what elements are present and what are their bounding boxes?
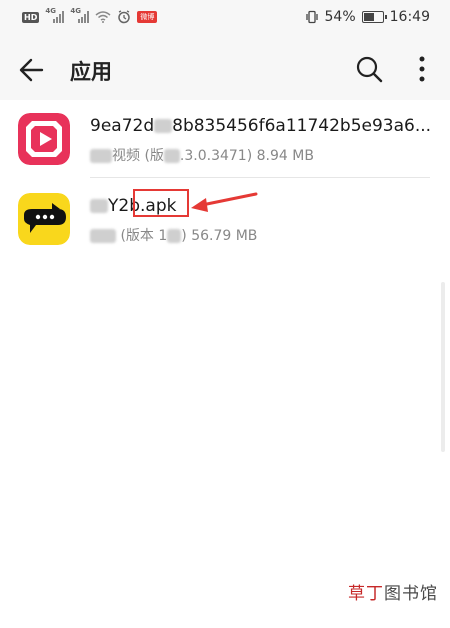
wifi-icon — [95, 11, 111, 23]
battery-percent: 54% — [324, 9, 356, 25]
alarm-icon — [118, 10, 131, 24]
app-bar: 应用 — [0, 38, 450, 100]
meta-rest: .3.0.3471) 8.94 MB — [179, 148, 314, 164]
redacted-text — [167, 229, 182, 243]
more-vert-icon[interactable] — [408, 52, 436, 86]
meta-mid: (版本 1 — [120, 228, 168, 244]
signal-icon-2: 4G — [70, 7, 90, 23]
status-right: 54% 16:49 — [305, 9, 430, 25]
redacted-text — [163, 149, 180, 163]
apk-app-icon — [18, 193, 70, 245]
notification-badge: 微博 — [137, 11, 158, 23]
list-item-video-app[interactable]: 9ea72d 8b835456f6a11742b5e93a6... 视频 (版 .3… — [0, 100, 450, 182]
search-icon[interactable] — [352, 52, 386, 86]
signal-icon: 4G — [45, 7, 65, 23]
watermark: 草丁图书馆 — [348, 579, 438, 604]
redacted-text — [90, 149, 112, 163]
pointer-arrow-icon — [191, 192, 258, 212]
redacted-text — [90, 229, 116, 243]
scroll-indicator — [441, 282, 445, 452]
app-meta: 视频 (版 .3.0.3471) 8.94 MB — [90, 145, 314, 165]
hd-icon: HD — [22, 11, 40, 23]
app-file-name: 9ea72d 8b835456f6a11742b5e93a6... — [90, 116, 431, 136]
file-name-rest: 8b835456f6a11742b5e93a6... — [172, 116, 432, 136]
battery-fill — [363, 13, 374, 21]
divider — [90, 177, 430, 178]
meta-rest: ) 56.79 MB — [181, 228, 258, 244]
highlight-box — [133, 189, 189, 217]
battery-icon — [361, 11, 387, 23]
file-name-start: 9ea72d — [90, 116, 155, 136]
video-app-icon — [18, 113, 70, 165]
signal-label: 4G — [45, 7, 56, 15]
redacted-text — [154, 119, 173, 133]
redacted-text — [90, 199, 108, 213]
page-title: 应用 — [70, 60, 112, 84]
back-arrow-icon[interactable] — [14, 52, 50, 88]
vibrate-icon — [305, 10, 318, 24]
signal-label-2: 4G — [70, 7, 81, 15]
meta-mid: 视频 (版 — [112, 148, 164, 164]
watermark-red: 草丁 — [348, 584, 384, 604]
apk-meta: (版本 1 ) 56.79 MB — [90, 225, 257, 245]
status-bar: HD 4G 4G 微博 54% 16:49 — [0, 0, 450, 38]
status-left: HD 4G 4G 微博 — [22, 7, 158, 24]
clock: 16:49 — [389, 9, 430, 25]
watermark-rest: 图书馆 — [384, 584, 438, 604]
